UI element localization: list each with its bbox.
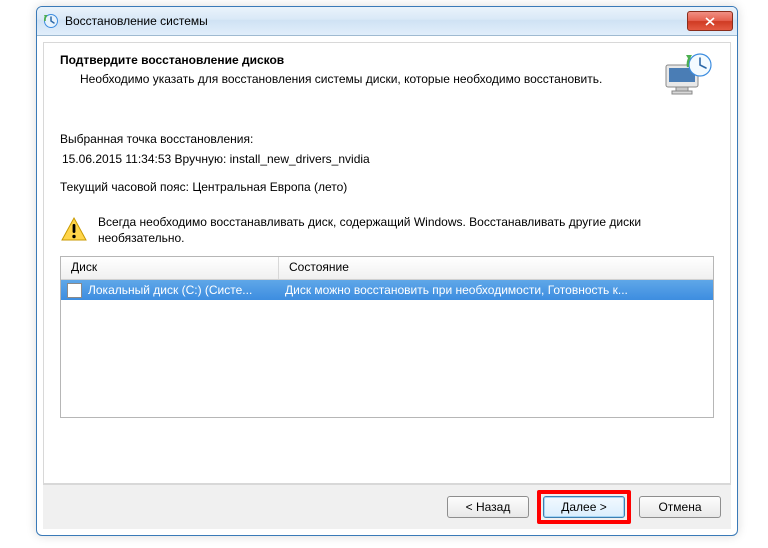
table-header: Диск Состояние: [61, 257, 713, 280]
titlebar[interactable]: Восстановление системы: [37, 7, 737, 36]
restore-point-label: Выбранная точка восстановления:: [60, 132, 714, 146]
system-restore-window: Восстановление системы Подтвердите восст…: [36, 6, 738, 536]
content-area: Подтвердите восстановление дисков Необхо…: [43, 42, 731, 484]
warning-text: Всегда необходимо восстанавливать диск, …: [98, 214, 714, 246]
disks-table: Диск Состояние Локальный диск (C:) (Сист…: [60, 256, 714, 418]
timezone-line: Текущий часовой пояс: Центральная Европа…: [60, 180, 714, 194]
row-checkbox[interactable]: [67, 283, 82, 298]
cell-disk: Локальный диск (C:) (Систе...: [88, 283, 252, 297]
cancel-button[interactable]: Отмена: [639, 496, 721, 518]
cell-state: Диск можно восстановить при необходимост…: [279, 283, 713, 297]
wizard-footer: < Назад Далее > Отмена: [43, 484, 731, 529]
next-button[interactable]: Далее >: [543, 496, 625, 518]
app-icon: [43, 13, 59, 29]
window-title: Восстановление системы: [65, 14, 687, 28]
warning-icon: [60, 216, 88, 245]
next-button-highlight: Далее >: [537, 490, 631, 524]
restore-point-value: 15.06.2015 11:34:53 Вручную: install_new…: [60, 152, 714, 166]
page-subheading: Необходимо указать для восстановления си…: [60, 71, 652, 87]
restore-hero-icon: [660, 51, 714, 102]
column-state[interactable]: Состояние: [279, 257, 713, 279]
back-button[interactable]: < Назад: [447, 496, 529, 518]
page-heading: Подтвердите восстановление дисков: [60, 53, 652, 67]
close-button[interactable]: [687, 11, 733, 31]
column-disk[interactable]: Диск: [61, 257, 279, 279]
table-row[interactable]: Локальный диск (C:) (Систе... Диск можно…: [61, 280, 713, 300]
